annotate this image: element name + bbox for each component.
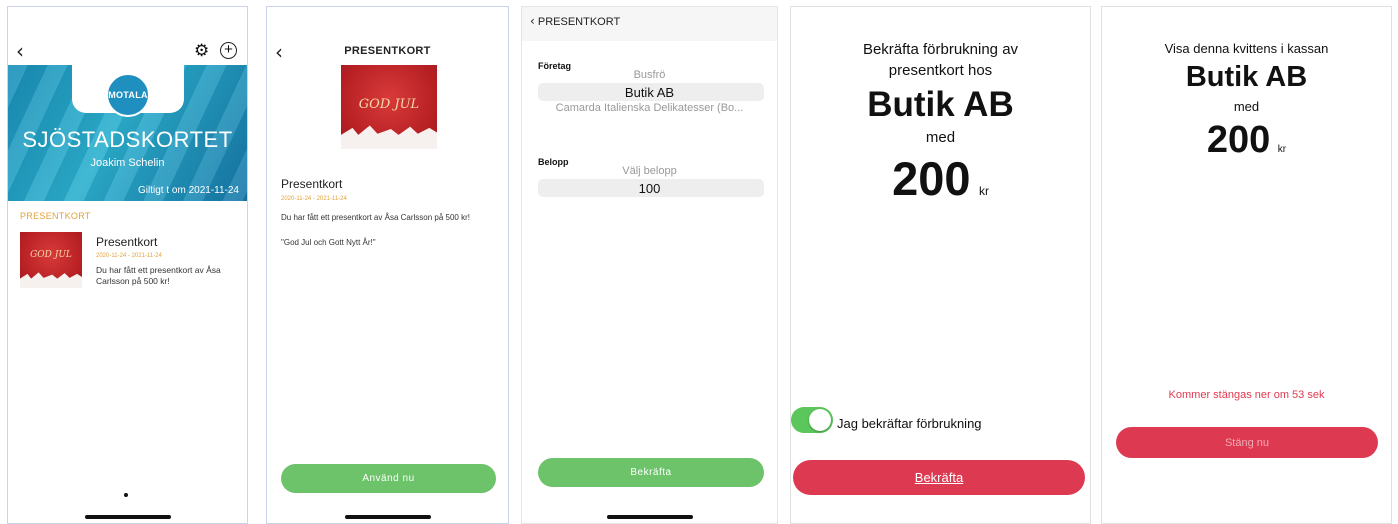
company-option-selected[interactable]: Butik AB [522, 85, 777, 100]
giftcard-thumbnail-text: GOD JUL [30, 250, 72, 260]
receipt-instruction: Visa denna kvittens i kassan [1164, 41, 1329, 56]
back-link[interactable]: ‹ PRESENTKORT [530, 14, 620, 28]
back-chevron-icon[interactable]: ‹ [16, 39, 24, 63]
giftcard-thumbnail: GOD JUL [20, 232, 82, 288]
giftcard-image: GOD JUL [341, 65, 437, 149]
close-now-button[interactable]: Stäng nu [1116, 427, 1378, 458]
confirm-toggle[interactable] [791, 407, 833, 433]
motala-logo: MOTALA [106, 73, 150, 117]
page-title: PRESENTKORT [344, 45, 431, 57]
with-label: med [925, 129, 956, 146]
amount-display: 200 kr [791, 151, 1090, 206]
store-name: Butik AB [1185, 61, 1308, 93]
redeem-form-screen: ‹ PRESENTKORT Företag Busfrö Butik AB Ca… [521, 6, 778, 524]
card-holder-name: Joakim Schelin [90, 157, 165, 169]
confirm-line-2: presentkort hos [888, 62, 993, 79]
confirm-line-1: Bekräfta förbrukning av [862, 41, 1019, 58]
snow-decoration [20, 272, 82, 288]
countdown-text: Kommer stängas ner om 53 sek [1168, 389, 1325, 401]
card-validity: Giltigt t om 2021-11-24 [138, 185, 239, 196]
amount-option[interactable]: Välj belopp [522, 165, 777, 177]
receipt-screen: Visa denna kvittens i kassan Butik AB me… [1101, 6, 1392, 524]
giftcard-detail-screen: ‹ PRESENTKORT GOD JUL Presentkort 2020-1… [266, 6, 509, 524]
amount-option-selected[interactable]: 100 [522, 181, 777, 196]
card-title: SJÖSTADSKORTET [22, 127, 233, 152]
add-circle-icon[interactable]: + [220, 42, 237, 59]
with-label: med [1233, 99, 1260, 114]
membership-card-hero[interactable]: MOTALA SJÖSTADSKORTET Joakim Schelin Gil… [8, 65, 247, 201]
giftcard-title: Presentkort [96, 235, 158, 249]
confirm-redemption-screen: Bekräfta förbrukning av presentkort hos … [790, 6, 1091, 524]
company-option[interactable]: Camarda Italienska Delikatesser (Bo... [522, 102, 777, 114]
page-indicator-dot [124, 493, 128, 497]
use-now-button[interactable]: Använd nu [281, 464, 496, 493]
home-indicator [606, 515, 693, 519]
giftcard-image-text: GOD JUL [358, 97, 420, 112]
home-indicator [344, 515, 431, 519]
giftcard-title: Presentkort [281, 177, 343, 191]
back-label: PRESENTKORT [537, 16, 621, 28]
giftcard-message: "God Jul och Gott Nytt År!" [281, 238, 376, 247]
giftcard-description: Du har fått ett presentkort av Åsa Carls… [281, 213, 470, 222]
home-indicator [84, 515, 171, 519]
company-option[interactable]: Busfrö [522, 69, 777, 81]
card-overview-screen: ‹ ⚙ + MOTALA SJÖSTADSKORTET Joakim Schel… [7, 6, 248, 524]
store-name: Butik AB [867, 85, 1014, 124]
gear-icon[interactable]: ⚙ [194, 41, 209, 61]
snow-decoration [341, 125, 437, 149]
amount-unit: kr [1277, 144, 1287, 155]
confirm-button[interactable]: Bekräfta [538, 458, 764, 487]
amount-display: 200 kr [1102, 119, 1391, 162]
toggle-knob [809, 409, 831, 431]
amount-value: 200 [892, 152, 971, 205]
toggle-label: Jag bekräftar förbrukning [837, 416, 982, 431]
amount-value: 200 [1206, 119, 1271, 161]
back-chevron-icon: ‹ [530, 14, 535, 28]
confirm-button[interactable]: Bekräfta [793, 460, 1085, 495]
amount-unit: kr [978, 184, 989, 198]
giftcard-date: 2020-11-24 - 2021-11-24 [281, 196, 347, 202]
nav-bar: ‹ PRESENTKORT [522, 7, 777, 41]
section-label-giftcards: PRESENTKORT [20, 211, 91, 221]
giftcard-date: 2020-11-24 - 2021-11-24 [96, 253, 162, 259]
giftcard-description: Du har fått ett presentkort av Åsa Carls… [96, 265, 221, 286]
